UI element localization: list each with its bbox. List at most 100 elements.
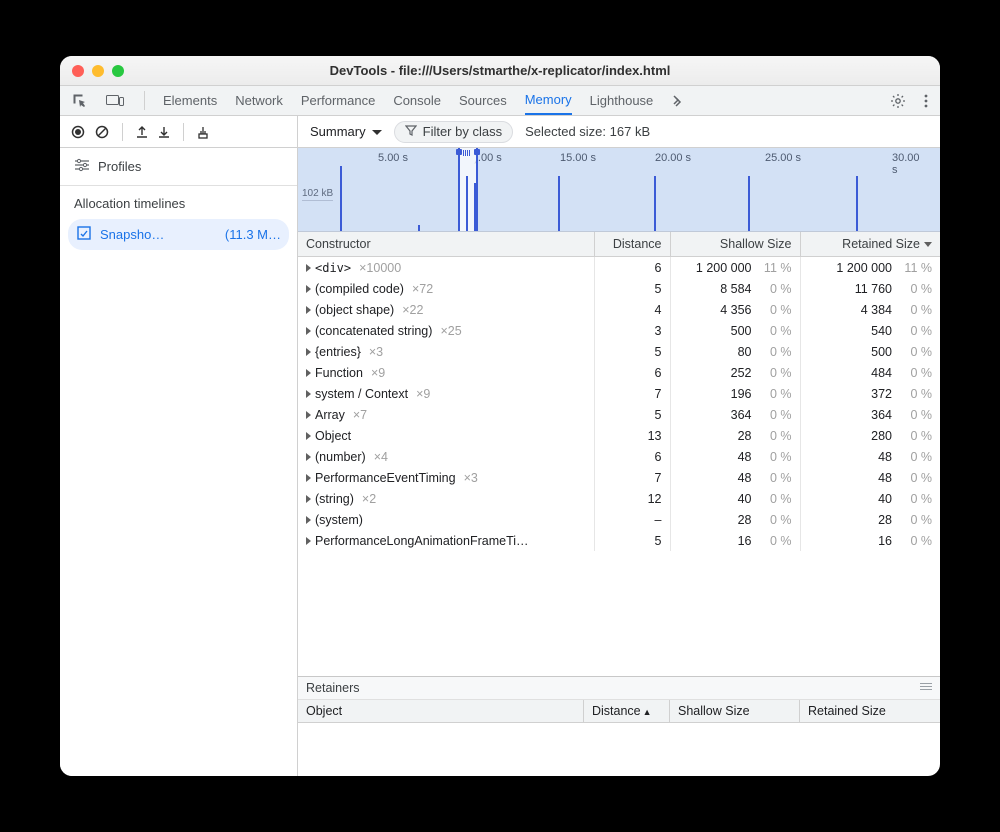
retainers-menu-icon[interactable] — [920, 683, 932, 690]
tab-network[interactable]: Network — [235, 86, 283, 115]
expand-icon[interactable] — [306, 369, 311, 377]
record-icon[interactable] — [70, 124, 86, 140]
table-row[interactable]: (string)×212400 %400 % — [298, 488, 940, 509]
timeline-tick: 30.00 s — [892, 152, 924, 176]
selected-size-status: Selected size: 167 kB — [525, 124, 650, 139]
retained-size-pct: 0 % — [896, 282, 932, 296]
expand-icon[interactable] — [306, 390, 311, 398]
expand-icon[interactable] — [306, 264, 311, 272]
table-row[interactable]: PerformanceEventTiming×37480 %480 % — [298, 467, 940, 488]
constructor-name: (string) — [315, 492, 354, 506]
shallow-size-val: 16 — [738, 534, 752, 548]
snapshot-icon — [76, 225, 92, 244]
retained-size-pct: 0 % — [896, 534, 932, 548]
col-retained-size[interactable]: Retained Size — [800, 232, 940, 257]
timeline-scale-label: 102 kB — [302, 188, 333, 201]
instance-count: ×3 — [369, 345, 383, 359]
clear-icon[interactable] — [94, 124, 110, 140]
sort-asc-icon: ▲ — [643, 707, 652, 717]
table-row[interactable]: (concatenated string)×2535000 %5400 % — [298, 320, 940, 341]
table-row[interactable]: PerformanceLongAnimationFrameTi…5160 %16… — [298, 530, 940, 551]
expand-icon[interactable] — [306, 453, 311, 461]
expand-icon[interactable] — [306, 285, 311, 293]
export-icon[interactable] — [135, 125, 149, 139]
retained-size-val: 540 — [871, 324, 892, 338]
import-icon[interactable] — [157, 125, 171, 139]
retained-size-val: 4 384 — [861, 303, 892, 317]
tab-performance[interactable]: Performance — [301, 86, 375, 115]
retainers-col-shallow[interactable]: Shallow Size — [670, 700, 800, 722]
retainers-col-distance[interactable]: Distance▲ — [584, 700, 670, 722]
tab-elements[interactable]: Elements — [163, 86, 217, 115]
garbage-collect-icon[interactable] — [196, 125, 210, 139]
instance-count: ×72 — [412, 282, 433, 296]
shallow-size-pct: 0 % — [756, 492, 792, 506]
kebab-menu-icon[interactable] — [922, 86, 930, 115]
titlebar: DevTools - file:///Users/stmarthe/x-repl… — [60, 56, 940, 86]
shallow-size-pct: 0 % — [756, 366, 792, 380]
retained-size-pct: 0 % — [896, 345, 932, 359]
shallow-size-pct: 0 % — [756, 303, 792, 317]
allocation-timeline[interactable]: 5.00 s).00 s15.00 s20.00 s25.00 s30.00 s… — [298, 148, 940, 232]
table-row[interactable]: Array×753640 %3640 % — [298, 404, 940, 425]
inspect-element-icon[interactable] — [70, 86, 90, 115]
table-row[interactable]: system / Context×971960 %3720 % — [298, 383, 940, 404]
zoom-window-button[interactable] — [112, 65, 124, 77]
device-toolbar-icon[interactable] — [104, 86, 126, 115]
allocation-timelines-label: Allocation timelines — [60, 186, 297, 217]
snapshot-item[interactable]: Snapsho… (11.3 M… — [68, 219, 289, 250]
expand-icon[interactable] — [306, 495, 311, 503]
shallow-size-val: 8 584 — [720, 282, 751, 296]
table-row[interactable]: {entries}×35800 %5000 % — [298, 341, 940, 362]
retainers-col-retained[interactable]: Retained Size — [800, 700, 940, 722]
expand-icon[interactable] — [306, 516, 311, 524]
profiles-header: Profiles — [60, 148, 297, 186]
tab-console[interactable]: Console — [393, 86, 441, 115]
table-row[interactable]: Object13280 %2800 % — [298, 425, 940, 446]
expand-icon[interactable] — [306, 348, 311, 356]
heap-table: Constructor Distance Shallow Size Retain… — [298, 232, 940, 676]
filter-by-class[interactable]: Filter by class — [394, 121, 513, 143]
retained-size-val: 364 — [871, 408, 892, 422]
retainers-col-object[interactable]: Object — [298, 700, 584, 722]
col-constructor[interactable]: Constructor — [298, 232, 594, 257]
shallow-size-val: 48 — [738, 450, 752, 464]
shallow-size-pct: 0 % — [756, 534, 792, 548]
constructor-name: (system) — [315, 513, 363, 527]
minimize-window-button[interactable] — [92, 65, 104, 77]
tab-lighthouse[interactable]: Lighthouse — [590, 86, 654, 115]
table-row[interactable]: <div>×1000061 200 00011 %1 200 00011 % — [298, 257, 940, 279]
tab-memory[interactable]: Memory — [525, 86, 572, 115]
table-row[interactable]: (system)–280 %280 % — [298, 509, 940, 530]
expand-icon[interactable] — [306, 537, 311, 545]
retained-size-pct: 0 % — [896, 303, 932, 317]
expand-icon[interactable] — [306, 327, 311, 335]
table-row[interactable]: (object shape)×2244 3560 %4 3840 % — [298, 299, 940, 320]
shallow-size-val: 48 — [738, 471, 752, 485]
settings-icon[interactable] — [888, 86, 908, 115]
expand-icon[interactable] — [306, 306, 311, 314]
more-tabs-icon[interactable] — [667, 86, 685, 115]
dropdown-icon — [372, 124, 382, 139]
retained-size-val: 500 — [871, 345, 892, 359]
instance-count: ×9 — [371, 366, 385, 380]
constructor-name: Array — [315, 408, 345, 422]
snapshot-size: (11.3 M… — [225, 227, 281, 242]
col-shallow-size[interactable]: Shallow Size — [670, 232, 800, 257]
window-title: DevTools - file:///Users/stmarthe/x-repl… — [60, 63, 940, 78]
shallow-size-val: 4 356 — [720, 303, 751, 317]
table-row[interactable]: (compiled code)×7258 5840 %11 7600 % — [298, 278, 940, 299]
table-row[interactable]: Function×962520 %4840 % — [298, 362, 940, 383]
col-distance[interactable]: Distance — [594, 232, 670, 257]
main-tabs: Elements Network Performance Console Sources… — [60, 86, 940, 116]
expand-icon[interactable] — [306, 474, 311, 482]
close-window-button[interactable] — [72, 65, 84, 77]
summary-view-select[interactable]: Summary — [310, 124, 382, 139]
table-row[interactable]: (number)×46480 %480 % — [298, 446, 940, 467]
expand-icon[interactable] — [306, 411, 311, 419]
tab-sources[interactable]: Sources — [459, 86, 507, 115]
expand-icon[interactable] — [306, 432, 311, 440]
instance-count: ×22 — [402, 303, 423, 317]
shallow-size-val: 28 — [738, 429, 752, 443]
constructor-name: <div> — [315, 261, 351, 275]
